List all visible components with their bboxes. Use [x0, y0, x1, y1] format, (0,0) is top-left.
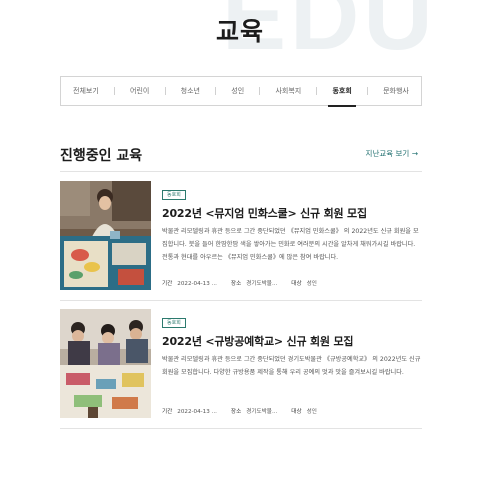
tab-separator: [259, 87, 261, 95]
place-label: 장소: [230, 281, 242, 287]
card-description: 박물관 리모델링과 휴관 등으로 그간 중단되었던 경기도박물관 《규방공예학교…: [162, 356, 421, 376]
period-label: 기간: [162, 409, 173, 415]
past-education-link[interactable]: 지난교육 보기 →: [366, 148, 418, 159]
card-meta: 기간 2022-04-13 ... 장소 경기도박물... 대상 성인: [162, 407, 317, 415]
tab-children[interactable]: 어린이: [124, 76, 155, 106]
category-tabs: 전체보기 어린이 청소년 성인 사회복지 동호회 문화행사: [60, 76, 422, 107]
tab-club[interactable]: 동호회: [326, 76, 357, 107]
tab-adult[interactable]: 성인: [225, 76, 250, 106]
card-body: 동호회 2022년 <뮤지엄 민화스쿨> 신규 회원 모집 박물관 리모델링과 …: [162, 181, 422, 264]
tab-youth[interactable]: 청소년: [175, 76, 206, 106]
period-value: 2022-04-13 ...: [177, 409, 217, 415]
craft-class-photo[interactable]: [60, 309, 151, 418]
tab-separator: [215, 87, 217, 95]
tab-cultural-events[interactable]: 문화행사: [377, 76, 415, 106]
target-label: 대상: [291, 409, 302, 415]
tab-separator: [113, 87, 115, 95]
tab-social-welfare[interactable]: 사회복지: [269, 76, 307, 106]
card-title[interactable]: 2022년 <규방공예학교> 신규 회원 모집: [162, 333, 422, 349]
page-title: 교육: [215, 17, 264, 46]
period-value: 2022-04-13 ...: [177, 281, 217, 287]
category-badge: 동호회: [162, 318, 186, 328]
education-card[interactable]: 동호회 2022년 <규방공예학교> 신규 회원 모집 박물관 리모델링과 휴관…: [60, 309, 422, 429]
tab-separator: [316, 87, 318, 95]
category-badge: 동호회: [162, 190, 186, 200]
target-value: 성인: [306, 409, 317, 415]
place-label: 장소: [230, 409, 242, 415]
target-label: 대상: [291, 281, 302, 287]
painting-class-photo[interactable]: [60, 181, 151, 290]
section-title: 진행중인 교육: [60, 148, 143, 164]
tab-separator: [164, 87, 166, 95]
tab-separator: [366, 87, 368, 95]
card-meta: 기간 2022-04-13 ... 장소 경기도박물... 대상 성인: [162, 279, 317, 287]
place-value: 경기도박물...: [246, 409, 278, 415]
card-title[interactable]: 2022년 <뮤지엄 민화스쿨> 신규 회원 모집: [162, 205, 422, 221]
card-body: 동호회 2022년 <규방공예학교> 신규 회원 모집 박물관 리모델링과 휴관…: [162, 309, 422, 379]
education-card[interactable]: 동호회 2022년 <뮤지엄 민화스쿨> 신규 회원 모집 박물관 리모델링과 …: [60, 181, 422, 301]
card-divider: [60, 300, 422, 301]
period-label: 기간: [162, 281, 173, 287]
card-divider: [60, 428, 422, 429]
card-description: 박물관 리모델링과 휴관 등으로 그간 중단되었던 《뮤지엄 민화스쿨》 의 2…: [162, 228, 419, 261]
place-value: 경기도박물...: [246, 281, 278, 287]
target-value: 성인: [306, 281, 317, 287]
section-divider: [60, 171, 422, 172]
tab-all[interactable]: 전체보기: [67, 76, 105, 106]
